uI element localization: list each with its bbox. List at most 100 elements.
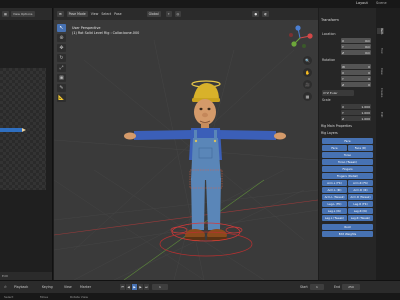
location-y-field[interactable]: Y 0m	[341, 44, 371, 49]
grid-floor	[54, 39, 318, 280]
jump-start-icon[interactable]: ⏮	[120, 284, 125, 290]
end-frame-field[interactable]: 250	[342, 284, 360, 290]
start-frame-field[interactable]: 1	[310, 284, 324, 290]
menu-keying[interactable]: Keying	[42, 285, 53, 289]
scene-selector[interactable]: Scene	[376, 1, 387, 5]
tab-item[interactable]: Item	[377, 28, 384, 35]
rig-main-properties-header[interactable]: Rig Main Properties	[321, 124, 352, 128]
rig-layers-header[interactable]: Rig Layers	[321, 131, 338, 135]
layer-button[interactable]: Leg.R (FK)	[348, 201, 373, 207]
play-icon[interactable]: ▶	[132, 284, 137, 290]
timeline-header: ⏱ Playback Keying View Marker ⏮ ◀ ▶ ▶ ⏭ …	[0, 280, 400, 293]
shading-solid-icon[interactable]: ●	[252, 11, 260, 17]
status-bar: Select Move Rotate View	[0, 293, 400, 300]
scale-tool-icon[interactable]: ⤢	[57, 64, 66, 72]
menu-select[interactable]: Select	[101, 12, 111, 16]
tab-view[interactable]: View	[377, 68, 384, 75]
layer-button[interactable]: Face	[322, 138, 373, 144]
head	[194, 99, 216, 125]
layer-button[interactable]: Arm.L (Tweak)	[322, 194, 347, 200]
zoom-icon[interactable]: 🔍	[303, 56, 312, 65]
menu-view[interactable]: View	[64, 285, 72, 289]
rotation-label: Rotation	[322, 58, 336, 62]
status-move-hint: Move	[40, 294, 49, 299]
tab-edit[interactable]: Edit	[377, 112, 384, 117]
layer-button[interactable]: Face (D)	[348, 145, 373, 151]
move-tool-icon[interactable]: ✥	[57, 44, 66, 52]
editor-type-button[interactable]: ⊞	[57, 11, 64, 17]
next-key-icon[interactable]: ▶	[138, 284, 143, 290]
editor-type-button[interactable]: ▦	[2, 11, 9, 17]
left-arm	[134, 130, 194, 140]
rotation-x-field[interactable]: X0	[341, 70, 371, 75]
camera-icon[interactable]: 🎥	[303, 80, 312, 89]
tab-create[interactable]: Create	[377, 88, 384, 97]
mode-dropdown[interactable]: Pose Mode	[66, 11, 88, 17]
timeline-editor-icon[interactable]: ⏱	[4, 285, 7, 289]
pencil-icon	[0, 128, 22, 132]
current-frame-field[interactable]: 1	[152, 284, 168, 290]
layer-button[interactable]: Edit Weights	[322, 231, 373, 237]
left-editor-footer[interactable]: Edit	[0, 272, 52, 280]
layer-button[interactable]: Leg.L (IK)	[322, 208, 347, 214]
select-tool-icon[interactable]: ↖	[57, 24, 66, 32]
layer-button[interactable]: Fingers (Detail)	[322, 173, 373, 179]
menu-view[interactable]: View	[91, 12, 99, 16]
3d-viewport[interactable]: ⊞ Pose Mode View Select Pose Global ⌖ ◎ …	[54, 8, 318, 280]
jump-end-icon[interactable]: ⏭	[144, 284, 149, 290]
layer-button[interactable]: Torso (Tweak)	[322, 159, 373, 165]
sidebar-properties: Transform Location X 0m Y 0m Z 0m Rotation …	[319, 8, 376, 280]
proportional-edit-icon[interactable]: ◎	[174, 11, 182, 17]
rotation-mode-dropdown[interactable]: XYZ Euler	[322, 90, 354, 96]
measure-tool-icon[interactable]: 📐	[57, 94, 66, 102]
layer-button[interactable]: Arm.L (IK)	[322, 187, 347, 193]
cursor-tool-icon[interactable]: ⊕	[57, 34, 66, 42]
annotate-tool-icon[interactable]: ✎	[57, 84, 66, 92]
layer-button[interactable]: Face	[322, 145, 347, 151]
prev-key-icon[interactable]: ◀	[126, 284, 131, 290]
blender-window: Layout Scene ▦ View Options Edit ⊞ Pose …	[0, 0, 400, 300]
right-arm	[216, 130, 276, 140]
layer-button[interactable]: Arm.R (IK)	[348, 187, 373, 193]
snap-icon[interactable]: ⌖	[165, 11, 172, 17]
layer-button[interactable]: Arm.R (Tweak)	[348, 194, 373, 200]
hand-icon[interactable]: ✋	[303, 68, 312, 77]
left-leg	[191, 178, 205, 230]
shading-material-icon[interactable]: ◐	[262, 11, 269, 17]
layer-button[interactable]: Leg.R (Tweak)	[348, 215, 373, 221]
scale-x-field[interactable]: X 1.000	[341, 104, 371, 109]
menu-playback[interactable]: Playback	[14, 285, 28, 289]
scale-z-field[interactable]: Z 1.000	[341, 116, 371, 121]
layer-button[interactable]: Torso	[322, 152, 373, 158]
layer-button[interactable]: Leg.R (IK)	[348, 208, 373, 214]
menu-marker[interactable]: Marker	[80, 285, 91, 289]
transform-tool-icon[interactable]: ▣	[57, 74, 66, 82]
rotation-z-field[interactable]: Z0	[341, 82, 371, 87]
left-editor-header: ▦ View Options	[0, 8, 52, 20]
layer-button[interactable]: Root	[322, 224, 373, 230]
viewport-info-overlay: User Perspective (1) Rot Solid Level Rig…	[72, 26, 139, 36]
rotate-tool-icon[interactable]: ↻	[57, 54, 66, 62]
rotation-y-field[interactable]: Y0	[341, 76, 371, 81]
location-z-field[interactable]: Z 0m	[341, 50, 371, 55]
workspace-tab[interactable]: Layout	[356, 1, 368, 5]
grid-icon[interactable]: ▦	[303, 92, 312, 101]
rotation-w-field[interactable]: W0	[341, 64, 371, 69]
layer-button[interactable]: Arm.L (FK)	[322, 180, 347, 186]
rig-controls	[159, 222, 253, 257]
layer-button[interactable]: Leg.L (Tweak)	[322, 215, 347, 221]
top-menubar: Layout Scene	[0, 0, 400, 8]
right-leg	[206, 178, 221, 230]
layer-button[interactable]: Arm.R (FK)	[348, 180, 373, 186]
view-options-button[interactable]: View Options	[10, 11, 35, 17]
tab-tool[interactable]: Tool	[377, 48, 384, 53]
menu-pose[interactable]: Pose	[114, 12, 121, 16]
scale-y-field[interactable]: Y 1.000	[341, 110, 371, 115]
helmet	[193, 83, 219, 100]
location-x-field[interactable]: X 0m	[341, 38, 371, 43]
layer-button[interactable]: Fingers	[322, 166, 373, 172]
layer-button[interactable]: Leg.L (FK)	[322, 201, 347, 207]
transform-orientation-dropdown[interactable]: Global	[146, 11, 161, 17]
navigation-gizmo[interactable]	[286, 24, 314, 52]
transform-panel-title[interactable]: Transform	[321, 18, 339, 22]
